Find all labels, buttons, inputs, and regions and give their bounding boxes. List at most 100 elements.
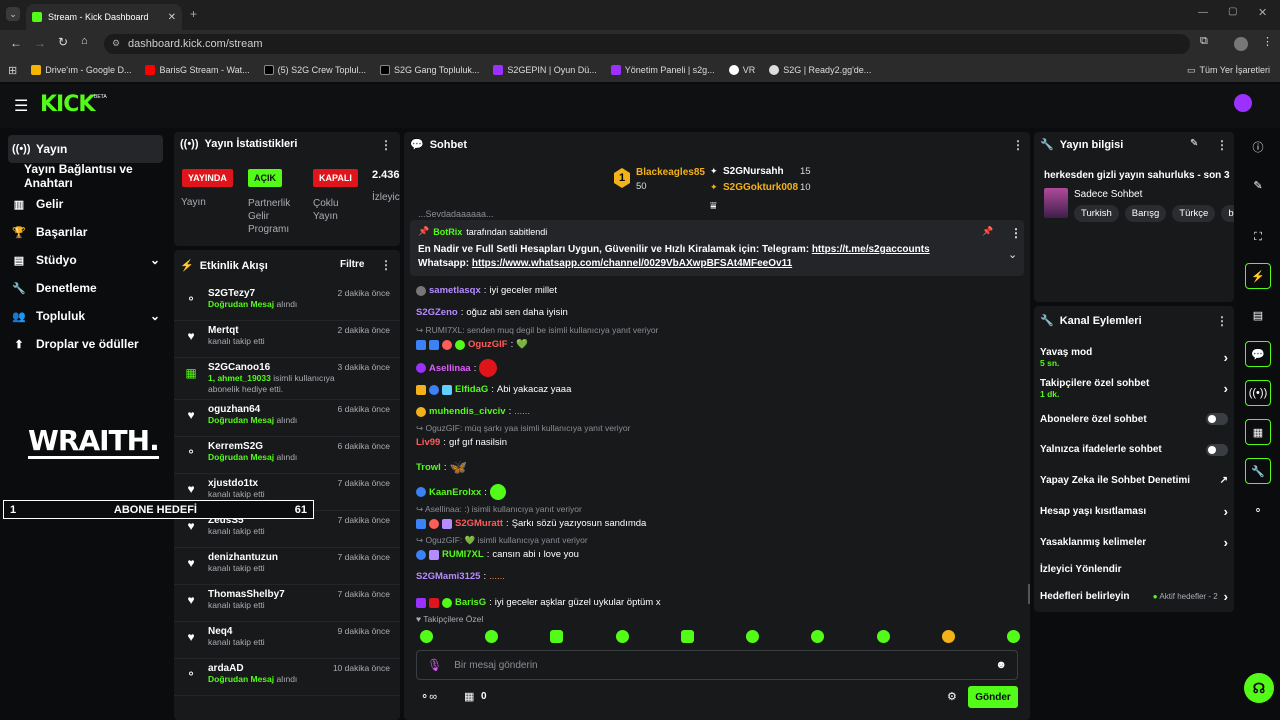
raid-row[interactable]: İzleyici Yönlendir <box>1040 558 1228 580</box>
maximize-icon[interactable]: ▢ <box>1228 6 1237 17</box>
user-avatar[interactable] <box>1234 94 1252 112</box>
hamburger-menu-icon[interactable]: ☰ <box>14 96 28 116</box>
extensions-icon[interactable]: ⧉ <box>1200 35 1208 48</box>
bookmark-item[interactable]: S2GEPIN | Oyun Dü... <box>493 65 597 75</box>
chat-message[interactable]: S2GMami3125: ...... <box>416 569 1016 584</box>
pinned-menu-icon[interactable]: ⋮ <box>1010 226 1022 240</box>
tag[interactable]: Türkçe <box>1172 205 1216 222</box>
activity-feed-icon[interactable]: ⚡ <box>1245 263 1271 289</box>
actions-menu-icon[interactable]: ⋮ <box>1216 314 1228 328</box>
chat-message[interactable]: BarisG: iyi geceler aşklar güzel uykular… <box>416 595 1016 610</box>
ai-moderation-row[interactable]: Yapay Zeka ile Sohbet Denetimi ↗ <box>1040 465 1228 496</box>
chat-message[interactable]: ElfidaG: Abi yakacaz yaaa <box>416 382 1016 397</box>
subscribers-only-toggle[interactable] <box>1206 413 1228 425</box>
emote-icon[interactable] <box>876 630 890 643</box>
sidebar-item-studyo[interactable]: ▤ Stüdyo ⌄ <box>12 247 160 273</box>
whatsapp-link[interactable]: https://www.whatsapp.com/channel/0029VbA… <box>472 258 792 269</box>
emote-icon[interactable] <box>811 630 825 643</box>
emote-icon[interactable] <box>485 630 499 643</box>
unpin-icon[interactable]: 📌 <box>982 226 993 237</box>
sidebar-item-droplar[interactable]: ⬆ Droplar ve ödüller <box>12 331 138 357</box>
activity-item[interactable]: ⚬ S2GTezy7 Doğrudan Mesaj alındı 2 dakika ö… <box>174 284 400 321</box>
bookmark-item[interactable]: BarisG Stream - Wat... <box>145 65 250 75</box>
sidebar-item-gelir[interactable]: ▥ Gelir <box>12 191 64 217</box>
edit-pencil-icon[interactable]: ✎ <box>1190 138 1198 149</box>
chat-message[interactable]: Trowl: 🦋 <box>416 457 1016 477</box>
tools-icon[interactable]: 🔧 <box>1245 458 1271 484</box>
bookmark-item[interactable]: VR <box>728 65 755 75</box>
activity-item[interactable]: ⚬ ardaAD Doğrudan Mesaj alındı 10 dakika ön… <box>174 659 400 696</box>
tab-list-icon[interactable]: ⌄ <box>6 7 20 21</box>
chat-input[interactable]: 🎙 Bir mesaj gönderin ☻ <box>416 650 1018 680</box>
chat-message[interactable]: KaanErolxx: <box>416 482 1016 502</box>
activity-item[interactable]: ♥ denizhantuzun kanalı takip etti 7 dakika … <box>174 548 400 585</box>
support-headset-icon[interactable]: ☊ <box>1244 673 1274 703</box>
forward-icon[interactable]: → <box>34 36 46 50</box>
activity-menu-icon[interactable]: ⋮ <box>380 258 392 272</box>
banned-words-row[interactable]: Yasaklanmış kelimeler › <box>1040 527 1228 558</box>
account-age-row[interactable]: Hesap yaşı kısıtlaması › <box>1040 496 1228 527</box>
infinity-points-icon[interactable]: ⚬∞ <box>420 690 437 703</box>
browser-menu-icon[interactable]: ⋮ <box>1262 35 1273 48</box>
collapse-leaderboard-icon[interactable]: ⩸ <box>710 200 717 213</box>
bookmark-item[interactable]: Yönetim Paneli | s2g... <box>610 65 715 75</box>
goals-row[interactable]: Hedefleri belirleyin ● Aktif hedefler - 2… <box>1040 580 1228 612</box>
home-icon[interactable]: ⌂ <box>81 35 88 47</box>
leader-name[interactable]: Blackeagles85 <box>636 167 705 178</box>
expand-chevron-icon[interactable]: ⌄ <box>1008 248 1017 261</box>
chat-message[interactable]: RUMI7XL: cansın abi ı love you <box>416 547 1016 562</box>
chat-message[interactable]: S2GZeno: oğuz abi sen daha iyisin <box>416 305 1016 320</box>
sidebar-item-basarilar[interactable]: 🏆 Başarılar <box>12 219 87 245</box>
sidebar-item-topluluk[interactable]: 👥 Topluluk ⌄ <box>12 303 160 329</box>
activity-item[interactable]: ▦ S2GCanoo16 1, ahmet_19033 isimli kullanı… <box>174 358 400 400</box>
chat-message[interactable]: Liv99: gıf gıf nasilsin <box>416 435 1016 450</box>
tag[interactable]: Barışg <box>1124 205 1167 222</box>
activity-item[interactable]: ♥ Mertqt kanalı takip etti 2 dakika önce <box>174 321 400 358</box>
info-menu-icon[interactable]: ⋮ <box>1216 138 1228 152</box>
emote-icon[interactable] <box>680 630 694 643</box>
emotes-only-toggle[interactable] <box>1206 443 1228 456</box>
telegram-link[interactable]: https://t.me/s2gaccounts <box>812 244 930 255</box>
activity-item[interactable]: ♥ oguzhan64 Doğrudan Mesaj alındı 6 dakika … <box>174 400 400 437</box>
chat-message[interactable]: S2GMuratt: Şarkı sözü yazıyosun sandımda <box>416 516 1016 531</box>
activity-item[interactable]: ♥ Neq4 kanalı takip etti 9 dakika önce <box>174 622 400 659</box>
document-icon[interactable]: ▤ <box>1245 302 1271 328</box>
activity-item[interactable]: ♥ ThomasShelby7 kanalı takip etti 7 dakika … <box>174 585 400 622</box>
reload-icon[interactable]: ↻ <box>58 35 68 49</box>
apps-grid-icon[interactable]: ⊞ <box>8 64 17 77</box>
leader-name[interactable]: S2GGokturk008 <box>723 182 798 193</box>
tag[interactable]: Turkish <box>1074 205 1119 222</box>
slow-mode-row[interactable]: Yavaş mod 5 sn. › <box>1040 342 1228 372</box>
back-icon[interactable]: ← <box>10 36 22 50</box>
chat-toggle-icon[interactable]: 💬 <box>1245 341 1271 367</box>
info-icon[interactable]: ⓘ <box>1245 134 1271 160</box>
emote-icon[interactable] <box>615 630 629 643</box>
chat-message[interactable]: sametlasqx: iyi geceler millet <box>416 283 1016 298</box>
new-tab-icon[interactable]: + <box>190 7 197 21</box>
microphone-icon[interactable]: 🎙 <box>427 658 442 672</box>
chat-message[interactable]: muhendis_civciv: ...... <box>416 404 1016 419</box>
kicks-icon[interactable]: ▦ <box>464 690 474 703</box>
activity-item[interactable]: ⚬ KerremS2G Doğrudan Mesaj alındı 6 dakika … <box>174 437 400 474</box>
broadcast-toggle-icon[interactable]: ((•)) <box>1245 380 1271 406</box>
category-name[interactable]: Sadece Sohbet <box>1074 189 1142 200</box>
sidebar-item-stream-key[interactable]: Yayın Bağlantısı ve Anahtarı <box>24 162 172 190</box>
emote-icon[interactable] <box>746 630 760 643</box>
bookmark-item[interactable]: S2G | Ready2.gg'de... <box>769 65 871 75</box>
bookmark-item[interactable]: Drive'ım - Google D... <box>31 65 131 75</box>
followers-only-row[interactable]: Takipçilere özel sohbet 1 dk. › <box>1040 372 1228 404</box>
layout-icon[interactable]: ▦ <box>1245 419 1271 445</box>
sidebar-item-yayin[interactable]: ((•)) Yayın <box>8 135 163 163</box>
stats-menu-icon[interactable]: ⋮ <box>380 138 392 152</box>
filter-button[interactable]: Filtre <box>340 259 364 270</box>
send-button[interactable]: Gönder <box>968 686 1018 708</box>
fullscreen-icon[interactable]: ⛶ <box>1245 224 1271 250</box>
emote-icon[interactable] <box>941 630 955 643</box>
bookmark-item[interactable]: S2G Gang Topluluk... <box>380 65 479 75</box>
emoji-picker-icon[interactable]: ☻ <box>995 659 1007 671</box>
all-bookmarks[interactable]: ▭ Tüm Yer İşaretleri <box>1187 65 1270 76</box>
emotes-only-row[interactable]: Yalnızca ifadelerle sohbet <box>1040 434 1228 465</box>
site-info-icon[interactable]: ⚙ <box>112 38 120 49</box>
emote-icon[interactable] <box>420 630 433 643</box>
profile-avatar[interactable] <box>1234 37 1248 51</box>
